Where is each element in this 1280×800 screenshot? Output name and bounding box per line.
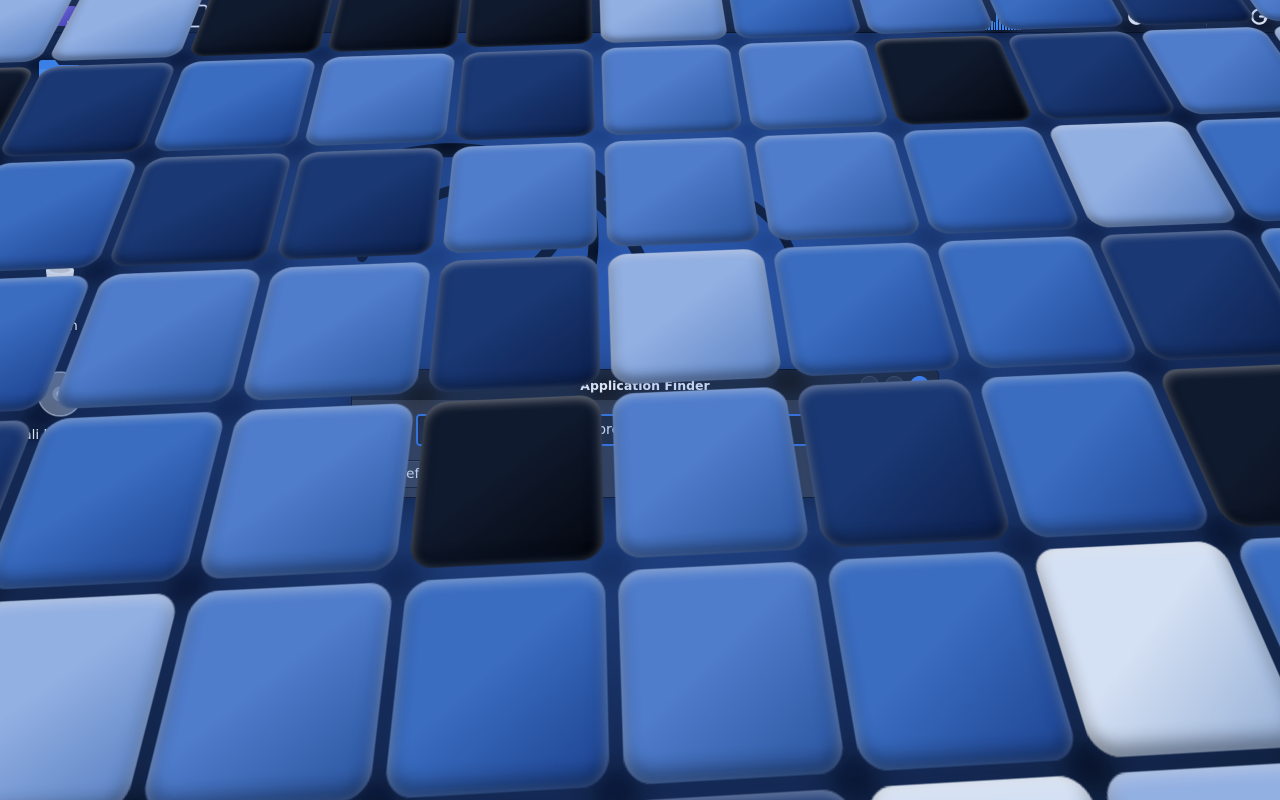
home-folder-icon	[36, 55, 84, 99]
purple-app-icon	[53, 3, 79, 29]
launch-label: Launch	[868, 466, 917, 482]
volume-tray-button[interactable]	[1061, 1, 1091, 31]
desktop-icon-file-system[interactable]: File System	[10, 160, 110, 231]
mouse-cursor	[636, 396, 656, 422]
lock-screen-button[interactable]	[1214, 1, 1244, 31]
launcher-terminal[interactable]: $_	[179, 1, 209, 31]
firefox-icon	[149, 3, 175, 29]
desktop-icon-label: File System	[21, 215, 98, 231]
panel-separator	[227, 6, 228, 26]
workspace-4-label: 4	[346, 7, 356, 25]
filesystem-drive-icon	[37, 160, 83, 206]
desktop-icon-label: Kali Linux a...	[15, 427, 106, 443]
appfinder-taskbar-button[interactable]	[382, 0, 416, 33]
search-icon	[369, 413, 403, 447]
panel-separator	[1206, 6, 1207, 26]
preferences-label: Preferences	[393, 466, 472, 482]
application-finder-window: Application Finder chromium --password-s…	[352, 370, 938, 497]
workspace-2-label: 2	[280, 7, 290, 25]
workspace-1-label: 1	[247, 7, 257, 25]
document-edit-icon	[118, 3, 142, 29]
history-dropdown-icon[interactable]: ↓	[904, 420, 917, 438]
minimize-button[interactable]	[860, 376, 879, 395]
chevron-down-icon	[208, 12, 220, 20]
workspace-3-label: 3	[313, 7, 323, 25]
workspace-1[interactable]: 1	[235, 0, 268, 33]
close-icon	[915, 381, 924, 390]
desktop-icon-label: Home	[40, 108, 80, 124]
kali-dragon-silhouette	[230, 105, 850, 405]
kali-menu-icon	[10, 5, 32, 27]
launcher-app-window[interactable]	[51, 1, 81, 31]
workspace-4[interactable]: 4	[334, 0, 367, 33]
svg-text:$_: $_	[185, 7, 195, 16]
volume-icon	[1066, 7, 1086, 25]
desktop-icon-kali-disc[interactable]: Kali Linux a...	[10, 370, 110, 443]
desktop-icon-label: Floppy Disk	[21, 532, 99, 548]
launcher-firefox[interactable]	[147, 1, 177, 31]
top-panel: $_ 1 2 3 4	[0, 0, 1280, 33]
gear-icon	[373, 467, 387, 481]
app-finder-icon	[387, 4, 411, 28]
desktop-icon-trash[interactable]: Trash	[10, 263, 110, 334]
network-tray-button[interactable]	[1031, 1, 1061, 31]
logout-icon	[1250, 7, 1269, 26]
panel-separator	[42, 6, 43, 26]
maximize-button[interactable]	[885, 376, 904, 395]
launch-button[interactable]: Launch	[836, 460, 928, 488]
search-query-text: chromium --password-store=basic www	[428, 422, 707, 438]
network-icon	[1036, 7, 1056, 25]
workspace-3[interactable]: 3	[301, 0, 334, 33]
text-caret	[708, 422, 709, 439]
close-button[interactable]	[910, 376, 929, 395]
panel-separator	[374, 6, 375, 26]
launcher-dropdown-button[interactable]	[208, 12, 220, 20]
desktop-icon-label: Trash	[42, 318, 78, 334]
notifications-icon	[1097, 7, 1115, 25]
preferences-button[interactable]: Preferences	[362, 460, 483, 488]
window-title: Application Finder	[352, 378, 938, 393]
cpu-graph[interactable]	[893, 3, 1021, 30]
power-manager-icon	[1127, 7, 1146, 26]
logout-button[interactable]	[1244, 1, 1274, 31]
search-input[interactable]: chromium --password-store=basic www ↓	[416, 414, 928, 446]
launcher-text-editor[interactable]	[115, 1, 145, 31]
desktop-icon-floppy-disk[interactable]: Floppy Disk	[10, 477, 110, 548]
disc-icon	[36, 370, 84, 418]
notifications-tray-button[interactable]	[1091, 1, 1121, 31]
launcher-file-manager[interactable]	[83, 1, 113, 31]
clock[interactable]: 6:24	[1155, 7, 1191, 25]
desktop-icon-home[interactable]: Home	[10, 55, 110, 124]
workspace-2[interactable]: 2	[268, 0, 301, 33]
terminal-icon: $_	[180, 4, 208, 28]
lock-icon	[1220, 7, 1238, 25]
trash-icon	[38, 263, 82, 309]
power-manager-tray-button[interactable]	[1121, 1, 1151, 31]
applications-menu-button[interactable]	[6, 2, 35, 30]
floppy-disk-icon	[38, 477, 82, 523]
launch-gears-icon	[847, 467, 862, 482]
folder-icon	[85, 4, 112, 28]
